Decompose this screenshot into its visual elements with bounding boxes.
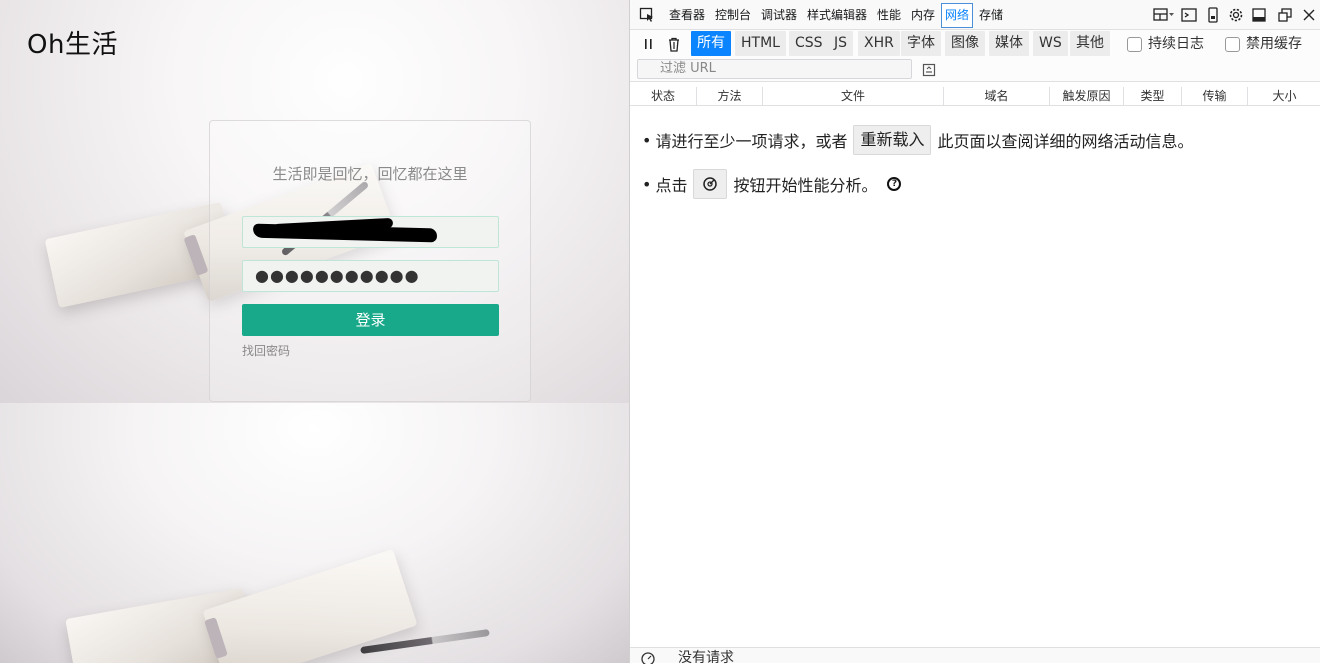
filter-url-input[interactable]: 过滤 URL: [637, 59, 912, 79]
status-text: 没有请求: [678, 650, 734, 666]
background-image-bottom: [0, 403, 629, 663]
filter-tab-other[interactable]: 其他: [1070, 31, 1110, 56]
trash-icon[interactable]: [665, 35, 683, 53]
settings-icon[interactable]: [1227, 6, 1245, 24]
close-icon[interactable]: [1300, 6, 1318, 24]
password-field[interactable]: ●●●●●●●●●●●: [242, 260, 499, 292]
dock-bottom-icon[interactable]: [1250, 6, 1268, 24]
column-cause[interactable]: 触发原因: [1050, 87, 1124, 106]
performance-analysis-button[interactable]: [693, 169, 728, 199]
persist-logs-toggle[interactable]: 持续日志: [1127, 34, 1204, 54]
notice-text: 请进行至少一项请求，或者: [655, 132, 848, 151]
tab-performance[interactable]: 性能: [874, 3, 904, 28]
tab-memory[interactable]: 内存: [908, 3, 938, 28]
tagline: 生活即是回忆，回忆都在这里: [272, 165, 468, 183]
filter-tab-xhr[interactable]: XHR: [858, 31, 900, 56]
filter-tab-js[interactable]: JS: [828, 31, 854, 56]
site-logo[interactable]: Oh生活: [27, 24, 118, 61]
stopwatch-icon[interactable]: [640, 651, 656, 664]
tab-network[interactable]: 网络: [941, 3, 974, 28]
filter-tab-html[interactable]: HTML: [735, 31, 786, 56]
separate-window-icon[interactable]: [1276, 6, 1294, 24]
tab-style-editor[interactable]: 样式编辑器: [804, 3, 870, 28]
tab-storage[interactable]: 存储: [976, 3, 1006, 28]
login-form: 生活即是回忆，回忆都在这里 ●●●●●●●●●●● 登录 找回密码: [209, 120, 531, 402]
filter-tab-media[interactable]: 媒体: [989, 31, 1029, 56]
help-icon[interactable]: ?: [887, 177, 902, 191]
persist-logs-label: 持续日志: [1148, 36, 1204, 52]
persist-logs-checkbox[interactable]: [1127, 36, 1142, 52]
pause-icon[interactable]: [640, 35, 658, 53]
disable-cache-label: 禁用缓存: [1246, 36, 1302, 52]
disable-cache-toggle[interactable]: 禁用缓存: [1225, 34, 1302, 54]
tab-debugger[interactable]: 调试器: [758, 3, 800, 28]
column-transferred[interactable]: 传输: [1182, 87, 1248, 106]
responsive-design-icon[interactable]: [1204, 6, 1222, 24]
tab-console[interactable]: 控制台: [712, 3, 754, 28]
filter-tab-css[interactable]: CSS: [789, 31, 829, 56]
request-blocking-icon[interactable]: [920, 61, 938, 79]
disable-cache-checkbox[interactable]: [1225, 36, 1240, 52]
column-status[interactable]: 状态: [630, 87, 697, 106]
filter-tab-images[interactable]: 图像: [945, 31, 985, 56]
devtools-toolbar: 查看器 控制台 调试器 样式编辑器 性能 内存 网络 存储: [630, 0, 1320, 30]
column-type[interactable]: 类型: [1124, 87, 1182, 106]
filter-row: 过滤 URL: [630, 58, 1320, 82]
request-table-header: 状态 方法 文件 域名 触发原因 类型 传输 大小: [630, 87, 1320, 106]
column-method[interactable]: 方法: [697, 87, 763, 106]
web-page: Oh生活 生活即是回忆，回忆都在这里 ●●●●●●●●●●● 登录 找回密码: [0, 0, 629, 663]
status-bar: 没有请求: [630, 647, 1320, 666]
column-size[interactable]: 大小: [1248, 87, 1320, 106]
column-domain[interactable]: 域名: [944, 87, 1050, 106]
filter-tab-all[interactable]: 所有: [691, 31, 731, 56]
network-toolbar: 所有 HTML CSS JS XHR 字体 图像 媒体 WS 其他 持续日志 禁…: [630, 30, 1320, 58]
devtools-panel: 查看器 控制台 调试器 样式编辑器 性能 内存 网络 存储 所有 HTML CS…: [629, 0, 1320, 666]
forgot-password-link[interactable]: 找回密码: [242, 342, 290, 359]
stopwatch-icon: [703, 177, 718, 191]
dock-options-icon[interactable]: [1152, 6, 1176, 24]
notice-text: 此页面以查阅详细的网络活动信息。: [937, 132, 1194, 151]
login-button[interactable]: 登录: [242, 304, 499, 336]
filter-tab-ws[interactable]: WS: [1033, 31, 1068, 56]
filter-tab-fonts[interactable]: 字体: [901, 31, 941, 56]
empty-notice: • 请进行至少一项请求，或者 重新载入 此页面以查阅详细的网络活动信息。 • 点…: [642, 118, 1193, 206]
notice-text: 按钮开始性能分析。: [733, 176, 878, 195]
reload-button[interactable]: 重新载入: [853, 125, 932, 155]
tab-inspector[interactable]: 查看器: [666, 3, 708, 28]
split-console-icon[interactable]: [1180, 6, 1198, 24]
username-field[interactable]: [242, 216, 499, 248]
notice-text: 点击: [655, 176, 688, 195]
column-file[interactable]: 文件: [763, 87, 944, 106]
element-picker-icon[interactable]: [638, 6, 656, 24]
